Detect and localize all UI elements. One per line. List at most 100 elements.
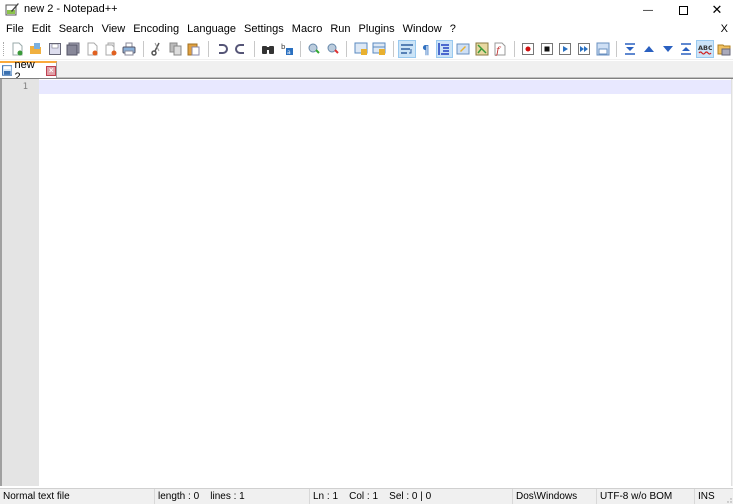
menu-view[interactable]: View bbox=[99, 21, 129, 38]
svg-text:b: b bbox=[281, 43, 286, 51]
record-macro-icon bbox=[521, 42, 534, 55]
title-bar: new 2 - Notepad++ — ✕ bbox=[0, 0, 733, 20]
close-file-icon bbox=[87, 42, 98, 55]
status-file-type: Normal text file bbox=[0, 489, 155, 504]
editor: 1 bbox=[0, 78, 733, 486]
zoom-in-button[interactable] bbox=[307, 41, 323, 57]
sync-vertical-button[interactable] bbox=[353, 41, 369, 57]
indent-guide-icon bbox=[438, 42, 450, 55]
next-icon bbox=[662, 45, 673, 52]
menu-language[interactable]: Language bbox=[184, 21, 239, 38]
sync-horizontal-button[interactable] bbox=[372, 41, 388, 57]
menu-window[interactable]: Window bbox=[400, 21, 445, 38]
first-icon bbox=[625, 42, 636, 55]
copy-button[interactable] bbox=[168, 41, 184, 57]
menu-run[interactable]: Run bbox=[327, 21, 353, 38]
undo-button[interactable] bbox=[214, 41, 230, 57]
replace-button[interactable]: ba bbox=[279, 41, 295, 57]
paste-button[interactable] bbox=[186, 41, 202, 57]
save-icon bbox=[48, 42, 61, 55]
maximize-icon bbox=[678, 5, 688, 15]
stop-macro-button[interactable] bbox=[539, 41, 555, 57]
svg-text:ABC: ABC bbox=[698, 44, 712, 52]
function-list-icon: f bbox=[494, 42, 506, 56]
last-icon bbox=[681, 42, 692, 55]
status-bar: Normal text file length : 0 lines : 1 Ln… bbox=[0, 488, 733, 504]
toolbar-separator bbox=[392, 40, 394, 57]
close-file-button[interactable] bbox=[84, 41, 100, 57]
play-macro-button[interactable] bbox=[557, 41, 573, 57]
next-button[interactable] bbox=[660, 41, 676, 57]
minimize-button[interactable]: — bbox=[628, 0, 668, 20]
toolbar-separator bbox=[300, 40, 302, 57]
last-button[interactable] bbox=[678, 41, 694, 57]
previous-button[interactable] bbox=[641, 41, 657, 57]
redo-icon bbox=[234, 43, 244, 54]
first-button[interactable] bbox=[622, 41, 638, 57]
redo-button[interactable] bbox=[233, 41, 249, 57]
user-language-button[interactable] bbox=[455, 41, 471, 57]
toolbar-separator bbox=[142, 40, 144, 57]
menu-encoding[interactable]: Encoding bbox=[130, 21, 182, 38]
close-all-button[interactable] bbox=[103, 41, 119, 57]
stop-macro-icon bbox=[540, 42, 553, 55]
show-all-characters-button[interactable]: ¶ bbox=[418, 41, 434, 57]
close-window-button[interactable]: ✕ bbox=[697, 0, 733, 20]
tab-new-2[interactable]: new 2 × bbox=[0, 59, 57, 83]
save-button[interactable] bbox=[47, 41, 63, 57]
record-macro-button[interactable] bbox=[520, 41, 536, 57]
play-macro-icon bbox=[559, 42, 572, 55]
close-document-button[interactable]: X bbox=[721, 21, 728, 38]
toolbar-separator bbox=[346, 40, 348, 57]
resize-grip-icon[interactable] bbox=[724, 495, 732, 503]
zoom-out-button[interactable] bbox=[325, 41, 341, 57]
status-length-lines: length : 0 lines : 1 bbox=[155, 489, 310, 504]
spell-check-button[interactable]: ABC bbox=[696, 39, 714, 58]
svg-text:¶: ¶ bbox=[422, 43, 430, 56]
menu-settings[interactable]: Settings bbox=[241, 21, 287, 38]
menu-macro[interactable]: Macro bbox=[289, 21, 326, 38]
unsaved-file-icon bbox=[2, 65, 13, 76]
menu-search[interactable]: Search bbox=[56, 21, 97, 38]
save-macro-icon bbox=[596, 42, 610, 55]
copy-icon bbox=[169, 42, 182, 55]
run-macro-multiple-button[interactable] bbox=[576, 41, 592, 57]
cut-button[interactable] bbox=[149, 41, 165, 57]
zoom-in-icon bbox=[308, 43, 321, 54]
menu-file[interactable]: File bbox=[3, 21, 27, 38]
document-map-button[interactable] bbox=[474, 41, 490, 57]
line-number: 1 bbox=[22, 82, 28, 92]
user-language-icon bbox=[456, 43, 470, 54]
tab-close-button[interactable]: × bbox=[46, 65, 56, 76]
indent-guide-button[interactable] bbox=[435, 39, 454, 58]
status-insert-mode[interactable]: INS bbox=[695, 489, 720, 504]
close-all-icon bbox=[105, 42, 117, 55]
save-macro-button[interactable] bbox=[595, 41, 611, 57]
new-file-button[interactable] bbox=[10, 41, 26, 57]
show-all-chars-icon: ¶ bbox=[422, 43, 430, 56]
close-icon: ✕ bbox=[711, 2, 723, 17]
new-file-icon bbox=[12, 42, 23, 55]
text-area[interactable] bbox=[39, 79, 731, 486]
folder-workspace-button[interactable] bbox=[716, 41, 732, 57]
notepadpp-app-icon bbox=[5, 3, 19, 16]
replace-icon: ba bbox=[281, 43, 293, 56]
function-list-button[interactable]: f bbox=[493, 41, 509, 57]
status-eol-format[interactable]: Dos\Windows bbox=[513, 489, 597, 504]
menu-bar: File Edit Search View Encoding Language … bbox=[0, 21, 733, 38]
menu-help[interactable]: ? bbox=[447, 21, 459, 38]
save-all-button[interactable] bbox=[65, 41, 81, 57]
find-button[interactable] bbox=[260, 41, 276, 57]
previous-icon bbox=[643, 45, 654, 52]
find-icon bbox=[262, 45, 275, 54]
menu-edit[interactable]: Edit bbox=[29, 21, 54, 38]
menu-plugins[interactable]: Plugins bbox=[356, 21, 398, 38]
line-number-gutter: 1 bbox=[0, 79, 39, 486]
open-file-button[interactable] bbox=[28, 41, 44, 57]
print-button[interactable] bbox=[121, 41, 137, 57]
open-file-icon bbox=[29, 42, 41, 54]
run-macro-multiple-icon bbox=[577, 42, 590, 55]
word-wrap-button[interactable] bbox=[398, 39, 416, 58]
status-encoding[interactable]: UTF-8 w/o BOM bbox=[597, 489, 695, 504]
folder-workspace-icon bbox=[717, 44, 731, 55]
